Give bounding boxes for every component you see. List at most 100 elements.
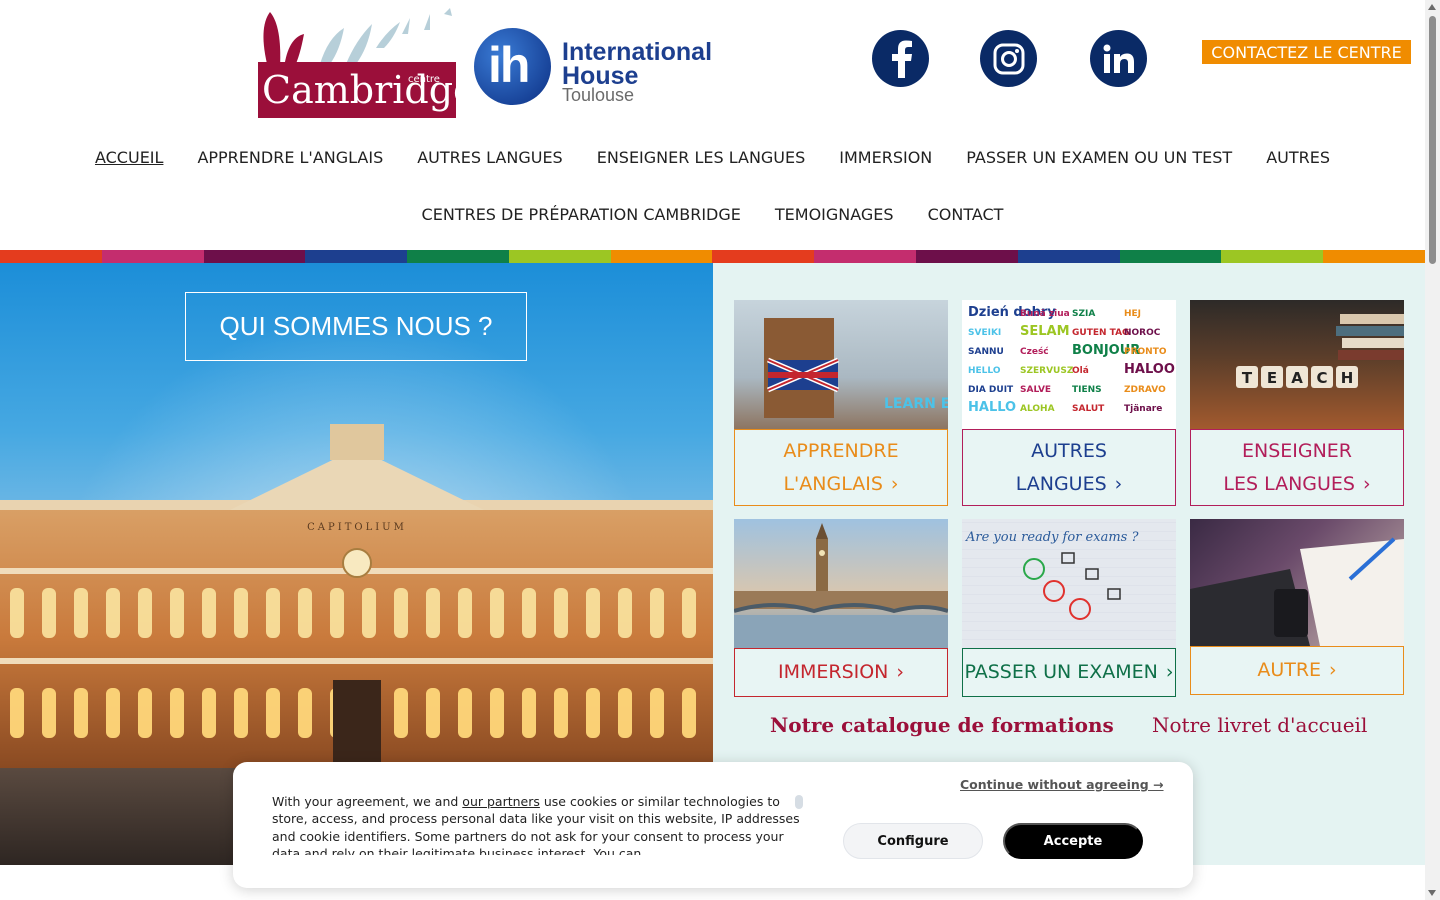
word-cloud-word: PRONTO [1124, 347, 1167, 357]
letter-block: E [1261, 366, 1283, 388]
nav-item-contact[interactable]: CONTACT [928, 205, 1004, 224]
tile-passer-examen[interactable]: Are you ready for exams ? PASSER UN EXAM… [962, 519, 1176, 697]
stripe-segment [1323, 250, 1425, 263]
configure-button[interactable]: Configure [843, 823, 983, 859]
tile-enseigner-langues[interactable]: TEACH ENSEIGNER LES LANGUES › [1190, 300, 1404, 506]
building-window [394, 588, 408, 638]
livret-accueil-link[interactable]: Notre livret d'accueil [1152, 713, 1367, 737]
rainbow-stripe-divider [0, 250, 1425, 263]
letter-block: C [1311, 366, 1333, 388]
nav-item-temoignages[interactable]: TEMOIGNAGES [775, 205, 894, 224]
cookie-text-scrollbar[interactable] [795, 795, 803, 809]
stripe-segment [508, 250, 611, 263]
cookie-consent-banner: With your agreement, we and our partners… [233, 762, 1193, 888]
nav-item-immersion[interactable]: IMMERSION [839, 148, 932, 167]
building-window [170, 588, 184, 638]
word-cloud-word: HEJ [1124, 309, 1141, 319]
continue-without-agreeing-link[interactable]: Continue without agreeing → [960, 777, 1164, 792]
ih-mark-text: ih [488, 37, 530, 93]
word-cloud-word: SANNU [968, 347, 1004, 357]
word-cloud-word: HALLO [968, 400, 1016, 415]
learn-english-photo: LEARN ENGLISH [734, 300, 948, 429]
building-window [234, 588, 248, 638]
qui-sommes-nous-button[interactable]: QUI SOMMES NOUS ? [185, 292, 527, 361]
word-cloud-word: ZDRAVO [1124, 385, 1166, 395]
chevron-right-icon: › [1165, 661, 1174, 683]
ih-logo-city: Toulouse [562, 85, 635, 105]
building-window [554, 688, 568, 738]
building-window [682, 588, 696, 638]
tile-apprendre-anglais[interactable]: LEARN ENGLISH APPRENDRE L'ANGLAIS › [734, 300, 948, 506]
stripe-segment [712, 250, 815, 263]
cambridge-centre-logo[interactable]: Cambridge centre [258, 8, 476, 118]
tile-autre[interactable]: AUTRE › [1190, 519, 1404, 695]
linkedin-link[interactable] [1090, 30, 1147, 87]
tile-caption-line2-wrap: LANGUES › [1016, 468, 1123, 501]
nav-item-passer-examen[interactable]: PASSER UN EXAMEN OU UN TEST [966, 148, 1232, 167]
laptop-writing-graphic [1190, 537, 1404, 646]
laptop-notebook-photo [1190, 519, 1404, 646]
building-window [298, 688, 312, 738]
tile-caption-line1: IMMERSION [777, 661, 889, 683]
tile-caption-line1: ENSEIGNER [1241, 439, 1353, 462]
nav-item-autres-langues[interactable]: AUTRES LANGUES [417, 148, 562, 167]
stripe-segment [203, 250, 306, 263]
tile-caption-line2: L'ANGLAIS [783, 472, 883, 495]
stripe-segment [916, 250, 1018, 263]
nav-item-centres-preparation[interactable]: CENTRES DE PRÉPARATION CAMBRIDGE [422, 205, 741, 224]
teach-blocks-photo: TEACH [1190, 300, 1404, 429]
word-cloud-word: HELLO [968, 366, 1001, 376]
word-cloud-word: Olá [1072, 366, 1089, 376]
tile-autres-langues[interactable]: Dzień dobry Bună ziua SZIA HEJ SVEIKI SELAM GU… [962, 300, 1176, 506]
word-cloud-word: SELAM [1020, 324, 1070, 339]
tile-caption-line2-wrap: LES LANGUES › [1223, 468, 1370, 501]
capitolium-inscription: CAPITOLIUM [307, 522, 407, 533]
word-cloud-word: DIA DUIT [968, 385, 1014, 395]
stripe-segment [1221, 250, 1324, 263]
tile-caption: AUTRE › [1190, 646, 1404, 695]
svg-text:C: C [1316, 369, 1327, 387]
instagram-link[interactable] [980, 30, 1037, 87]
word-cloud-word: SVEIKI [968, 328, 1001, 338]
stripe-segment [407, 250, 509, 263]
tile-immersion[interactable]: IMMERSION › [734, 519, 948, 697]
scroll-down-arrow-icon[interactable] [1428, 890, 1436, 896]
tile-caption-line2-wrap: L'ANGLAIS › [783, 468, 898, 501]
tile-caption-line2: LANGUES [1015, 472, 1107, 495]
accept-button[interactable]: Accepte [1003, 823, 1143, 859]
building-window [42, 588, 56, 638]
our-partners-link[interactable]: our partners [462, 794, 540, 809]
scrollbar-thumb[interactable] [1429, 16, 1436, 264]
exam-ready-photo: Are you ready for exams ? [962, 519, 1176, 648]
building-window [394, 688, 408, 738]
building-window [618, 588, 632, 638]
building-window [10, 588, 24, 638]
svg-text:T: T [1242, 369, 1253, 387]
word-cloud-word: Cześć [1020, 346, 1049, 357]
building-window [106, 588, 120, 638]
nav-item-accueil[interactable]: ACCUEIL [95, 148, 163, 167]
tile-caption-line1: AUTRES [1031, 439, 1107, 462]
word-cloud-word: NOROC [1124, 328, 1161, 338]
nav-item-apprendre-anglais[interactable]: APPRENDRE L'ANGLAIS [197, 148, 383, 167]
stripe-segment [610, 250, 713, 263]
ih-circle-mark: ih [474, 28, 551, 105]
building-window [170, 688, 184, 738]
page-scrollbar[interactable] [1425, 0, 1440, 900]
cambridge-logo-word: Cambridge [262, 68, 476, 112]
nav-item-enseigner-langues[interactable]: ENSEIGNER LES LANGUES [597, 148, 806, 167]
scroll-up-arrow-icon[interactable] [1428, 4, 1436, 10]
cookie-text-pre: With your agreement, we and [272, 794, 463, 809]
tile-caption: PASSER UN EXAMEN › [962, 648, 1176, 697]
catalogue-formations-link[interactable]: Notre catalogue de formations [770, 713, 1114, 737]
letter-block: A [1286, 366, 1308, 388]
international-house-logo[interactable]: ih International House Toulouse [474, 28, 724, 108]
tile-caption: ENSEIGNER LES LANGUES › [1190, 429, 1404, 506]
contact-centre-button[interactable]: CONTACTEZ LE CENTRE [1202, 40, 1411, 64]
hello-word-cloud-image: Dzień dobry Bună ziua SZIA HEJ SVEIKI SELAM GU… [962, 300, 1176, 429]
building-window [138, 588, 152, 638]
facebook-link[interactable] [872, 30, 929, 87]
nav-item-autres[interactable]: AUTRES [1266, 148, 1330, 167]
word-cloud-word: SALVE [1020, 385, 1051, 395]
teach-letter-blocks-graphic: TEACH [1236, 314, 1404, 388]
